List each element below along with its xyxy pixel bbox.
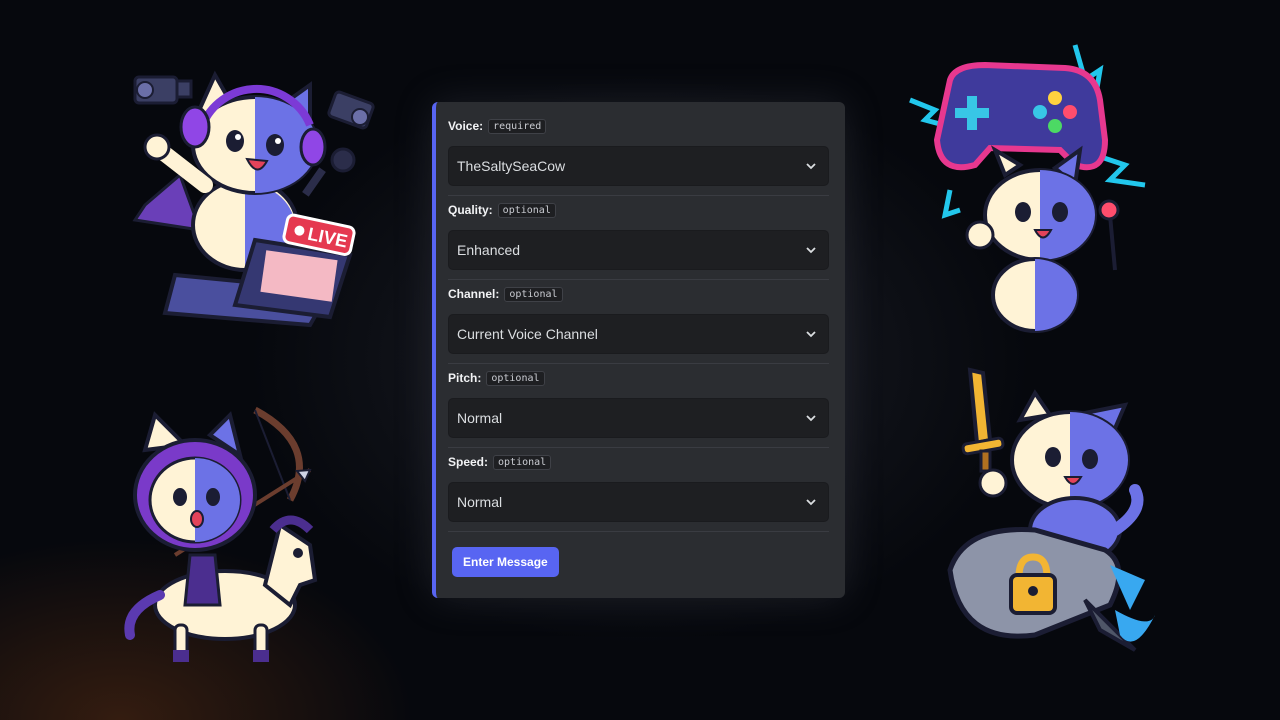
speed-select[interactable]: Normal — [448, 482, 829, 522]
optional-tag: optional — [486, 370, 545, 386]
quality-label: Quality: — [448, 203, 493, 217]
pitch-field: Pitch: optional Normal — [448, 364, 829, 448]
pitch-select-value: Normal — [457, 410, 503, 426]
speed-label: Speed: — [448, 455, 489, 469]
required-tag: required — [488, 118, 547, 134]
command-options-panel: Voice: required TheSaltySeaCow Quality: … — [432, 102, 845, 598]
video-camera-icon — [133, 75, 193, 105]
quality-field: Quality: optional Enhanced — [448, 196, 829, 280]
chevron-down-icon — [806, 499, 816, 506]
voice-label: Voice: — [448, 119, 484, 133]
optional-tag: optional — [497, 202, 556, 218]
voice-field: Voice: required TheSaltySeaCow — [448, 112, 829, 196]
streamer-cat-sticker: LIVE — [132, 70, 375, 328]
gamer-cat-sticker — [909, 44, 1146, 333]
quality-select[interactable]: Enhanced — [448, 230, 829, 270]
voice-select[interactable]: TheSaltySeaCow — [448, 146, 829, 186]
chevron-down-icon — [806, 415, 816, 422]
rocket-cat-sticker — [947, 367, 1155, 652]
channel-select[interactable]: Current Voice Channel — [448, 314, 829, 354]
channel-field: Channel: optional Current Voice Channel — [448, 280, 829, 364]
pitch-select[interactable]: Normal — [448, 398, 829, 438]
voice-select-value: TheSaltySeaCow — [457, 158, 566, 174]
archer-cat-sticker — [124, 406, 318, 662]
quality-select-value: Enhanced — [457, 242, 521, 258]
channel-label: Channel: — [448, 287, 500, 301]
sword-icon — [961, 367, 1005, 473]
pitch-label: Pitch: — [448, 371, 482, 385]
chevron-down-icon — [806, 331, 816, 338]
optional-tag: optional — [493, 454, 552, 470]
chevron-down-icon — [806, 163, 816, 170]
speed-field: Speed: optional Normal — [448, 448, 829, 532]
optional-tag: optional — [504, 286, 563, 302]
enter-message-button[interactable]: Enter Message — [452, 547, 559, 577]
channel-select-value: Current Voice Channel — [457, 326, 598, 342]
chevron-down-icon — [806, 247, 816, 254]
video-camera-icon — [327, 90, 375, 130]
speed-select-value: Normal — [457, 494, 503, 510]
